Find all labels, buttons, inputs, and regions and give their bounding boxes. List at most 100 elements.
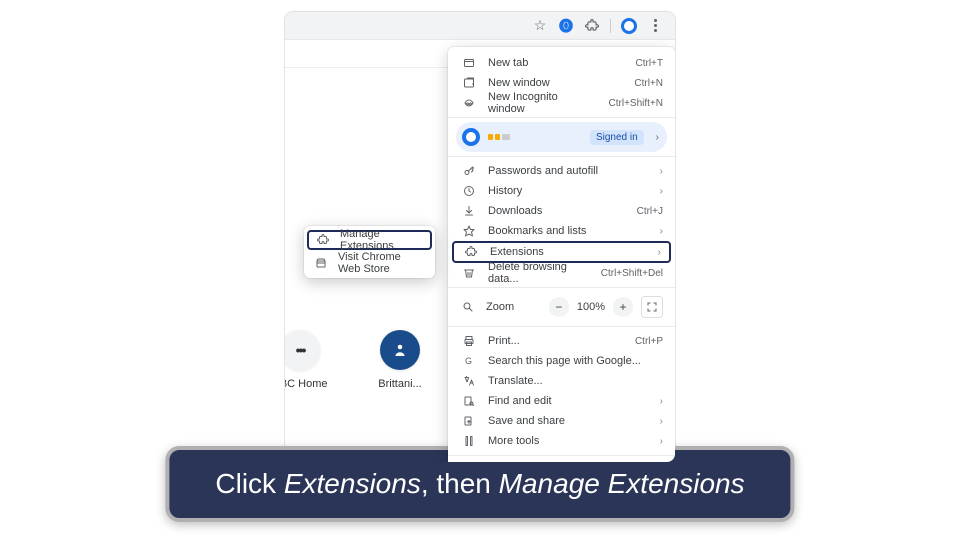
trash-icon [462, 267, 476, 279]
keyboard-shortcut: Ctrl+N [634, 78, 663, 89]
submenu-item-visit-chrome-web-store[interactable]: Visit Chrome Web Store [304, 252, 435, 274]
menu-item-label: Passwords and autofill [488, 165, 648, 177]
find-icon [462, 395, 476, 407]
menu-item-label: New Incognito window [488, 91, 597, 115]
brittanica-icon [380, 330, 420, 370]
store-icon [314, 257, 328, 269]
extensions-icon[interactable] [584, 18, 600, 34]
chevron-right-icon: › [660, 226, 663, 237]
ntp-shortcuts: ••• BBC Home Brittani... [285, 330, 430, 390]
trans-icon [462, 375, 476, 387]
share-icon [462, 415, 476, 427]
keyboard-shortcut: Ctrl+P [635, 336, 663, 347]
menu-item-bookmarks-and-lists[interactable]: Bookmarks and lists › [448, 221, 675, 241]
separator [448, 156, 675, 157]
menu-item-label: New window [488, 77, 622, 89]
star-icon[interactable]: ☆ [532, 18, 548, 34]
menu-item-label: Find and edit [488, 395, 648, 407]
menu-item-label: Save and share [488, 415, 648, 427]
key-icon [462, 165, 476, 177]
menu-item-history[interactable]: History › [448, 181, 675, 201]
g-icon: G [462, 355, 476, 367]
menu-item-label: More tools [488, 435, 648, 447]
menu-item-label: Downloads [488, 205, 625, 217]
account-avatar-icon [462, 128, 480, 146]
menu-item-extensions[interactable]: Extensions › [452, 241, 671, 263]
incog-icon [462, 97, 476, 109]
bbc-icon: ••• [285, 330, 320, 370]
chrome-main-menu: New tab Ctrl+T New window Ctrl+N New Inc… [448, 47, 675, 462]
submenu-item-label: Manage Extensions [340, 228, 423, 252]
one-password-icon[interactable]: ⓿ [558, 18, 574, 34]
menu-item-label: Search this page with Google... [488, 355, 663, 367]
keyboard-shortcut: Ctrl+Shift+N [609, 98, 663, 109]
menu-item-new-window[interactable]: New window Ctrl+N [448, 73, 675, 93]
kebab-menu-icon[interactable] [647, 18, 663, 34]
shortcut-label: Brittani... [378, 378, 421, 390]
separator [448, 455, 675, 456]
fullscreen-button[interactable] [641, 296, 663, 318]
chevron-right-icon: › [660, 396, 663, 407]
menu-item-label: Extensions [490, 246, 646, 258]
ext-icon [316, 234, 330, 246]
tab-icon [462, 57, 476, 69]
menu-item-passwords-and-autofill[interactable]: Passwords and autofill › [448, 161, 675, 181]
menu-item-delete-browsing-data-[interactable]: Delete browsing data... Ctrl+Shift+Del [448, 263, 675, 283]
keyboard-shortcut: Ctrl+Shift+Del [601, 268, 663, 279]
zoom-in-button[interactable]: + [613, 297, 633, 317]
account-name-placeholder [488, 134, 510, 140]
keyboard-shortcut: Ctrl+J [637, 206, 663, 217]
submenu-item-label: Visit Chrome Web Store [338, 251, 425, 275]
star-icon [462, 225, 476, 237]
tools-icon [462, 435, 476, 447]
submenu-item-manage-extensions[interactable]: Manage Extensions [307, 230, 432, 250]
menu-item-label: Bookmarks and lists [488, 225, 648, 237]
banner-text: Click [215, 468, 283, 499]
profile-avatar-icon[interactable] [621, 18, 637, 34]
separator [448, 287, 675, 288]
extensions-submenu: Manage Extensions Visit Chrome Web Store [304, 226, 435, 278]
chevron-right-icon: › [660, 186, 663, 197]
dl-icon [462, 205, 476, 217]
print-icon [462, 335, 476, 347]
menu-item-label: New tab [488, 57, 624, 69]
toolbar-divider [610, 19, 611, 33]
keyboard-shortcut: Ctrl+T [636, 58, 664, 69]
signed-in-badge: Signed in [590, 130, 644, 145]
menu-item-translate-[interactable]: Translate... [448, 371, 675, 391]
chevron-right-icon: › [656, 132, 659, 143]
hist-icon [462, 185, 476, 197]
menu-item-search-this-page-with-google-[interactable]: G Search this page with Google... [448, 351, 675, 371]
shortcut-link[interactable]: ••• BBC Home [285, 330, 330, 390]
separator [448, 326, 675, 327]
shortcut-link[interactable]: Brittani... [370, 330, 430, 390]
menu-item-save-and-share[interactable]: Save and share › [448, 411, 675, 431]
menu-item-label: Translate... [488, 375, 663, 387]
menu-item-label: Zoom [486, 301, 514, 313]
zoom-value: 100% [577, 301, 605, 313]
menu-item-find-and-edit[interactable]: Find and edit › [448, 391, 675, 411]
separator [448, 117, 675, 118]
menu-item-new-tab[interactable]: New tab Ctrl+T [448, 53, 675, 73]
ext-icon [464, 246, 478, 258]
banner-emphasis: Extensions [284, 468, 421, 499]
menu-item-print-[interactable]: Print... Ctrl+P [448, 331, 675, 351]
banner-emphasis: Manage Extensions [499, 468, 745, 499]
svg-text:G: G [465, 356, 472, 366]
menu-item-downloads[interactable]: Downloads Ctrl+J [448, 201, 675, 221]
menu-item-help[interactable]: Help › [448, 460, 675, 462]
menu-item-new-incognito-window[interactable]: New Incognito window Ctrl+Shift+N [448, 93, 675, 113]
win-icon [462, 77, 476, 89]
chevron-right-icon: › [660, 436, 663, 447]
menu-item-label: Delete browsing data... [488, 261, 589, 285]
browser-toolbar: ☆ ⓿ [285, 12, 675, 40]
chevron-right-icon: › [658, 247, 661, 258]
banner-text: , then [421, 468, 499, 499]
account-row[interactable]: Signed in › [456, 122, 667, 152]
chevron-right-icon: › [660, 166, 663, 177]
zoom-icon [462, 301, 474, 313]
menu-item-more-tools[interactable]: More tools › [448, 431, 675, 451]
shortcut-label: BBC Home [285, 378, 328, 390]
zoom-out-button[interactable]: − [549, 297, 569, 317]
chevron-right-icon: › [660, 416, 663, 427]
